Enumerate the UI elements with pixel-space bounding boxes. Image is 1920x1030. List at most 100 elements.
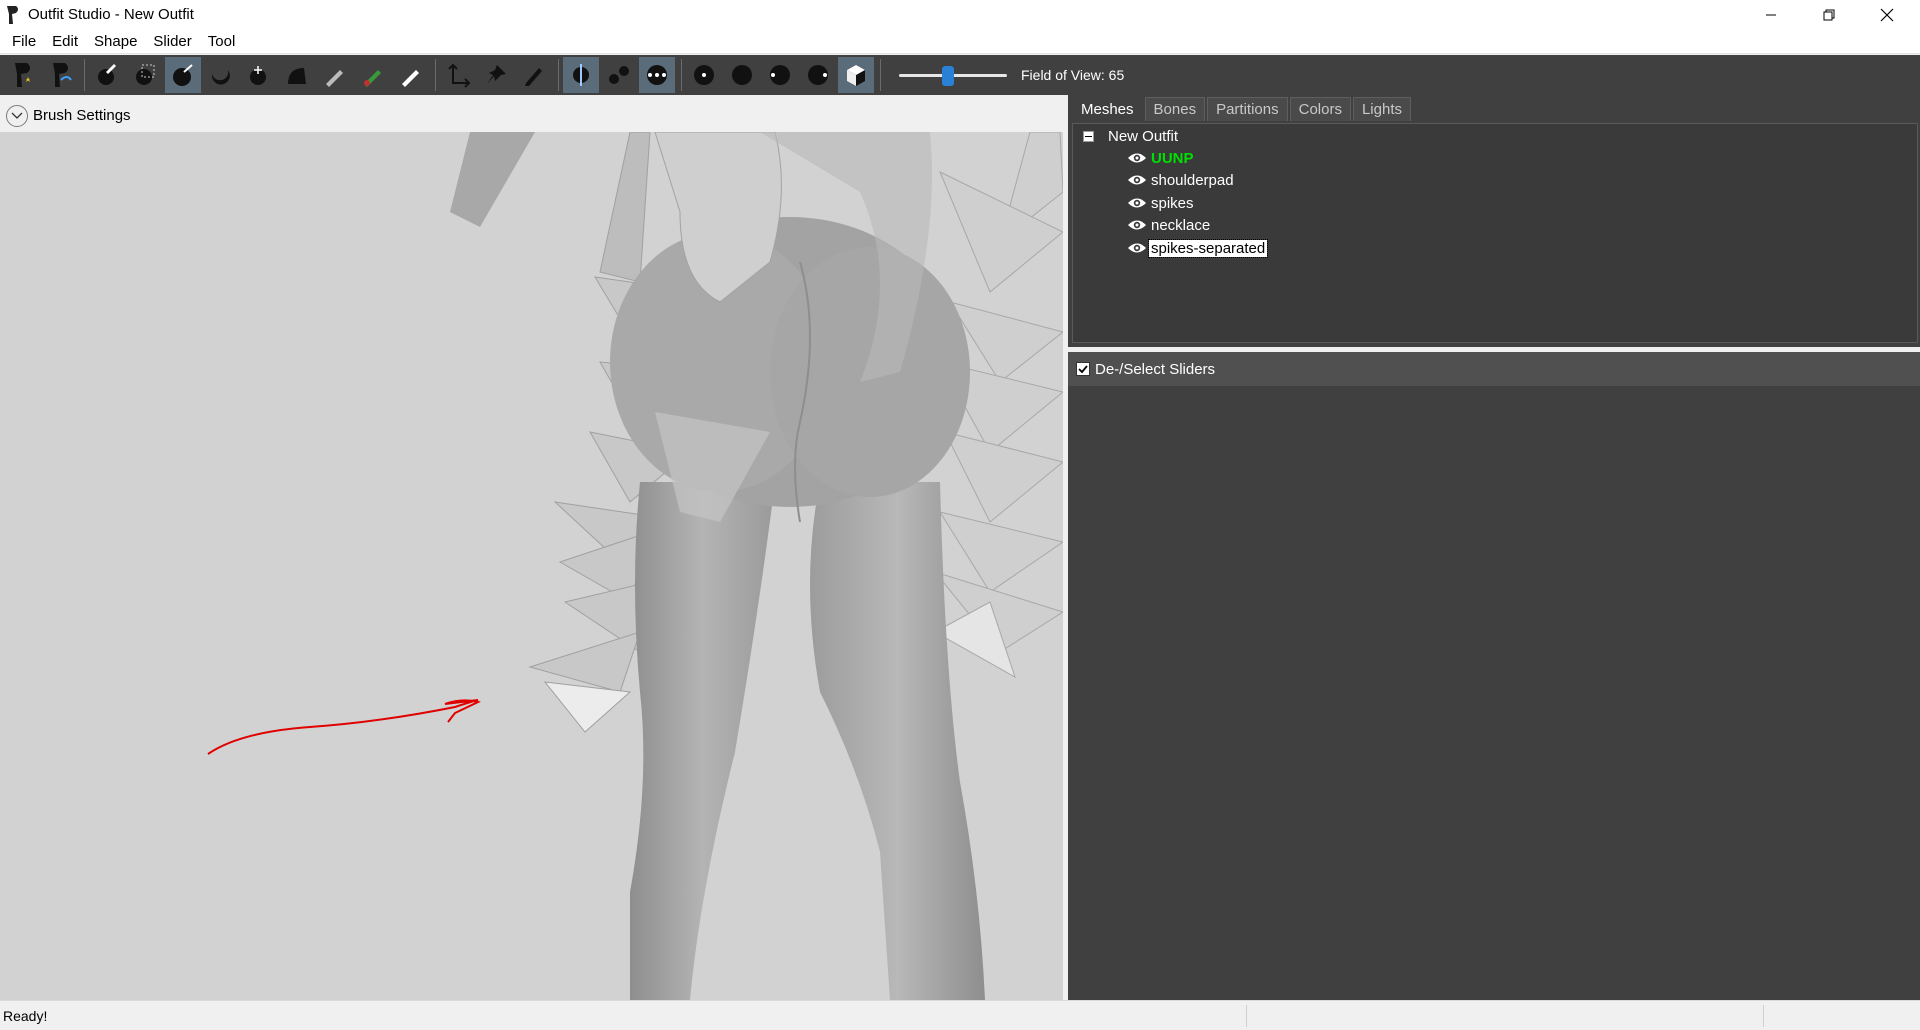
toggle-lighting-button[interactable] — [762, 57, 798, 93]
eye-icon[interactable] — [1127, 173, 1147, 187]
eye-icon[interactable] — [1127, 196, 1147, 210]
left-leg — [630, 482, 775, 1000]
close-icon — [1880, 8, 1894, 21]
mask-brush-button[interactable] — [127, 57, 163, 93]
mesh-label: spikes — [1151, 194, 1194, 212]
move-brush-button[interactable] — [241, 57, 277, 93]
load-project-button[interactable] — [42, 57, 78, 93]
mesh-row-spikes-separated[interactable]: spikes-separated — [1127, 237, 1269, 259]
load-project-icon — [53, 63, 72, 87]
cube-icon — [847, 65, 865, 86]
tab-colors[interactable]: Colors — [1289, 97, 1351, 121]
mesh-row-uunp[interactable]: UUNP — [1127, 147, 1196, 169]
close-button[interactable] — [1858, 0, 1916, 29]
show-wireframe-button[interactable] — [724, 57, 760, 93]
right-leg — [810, 482, 985, 1000]
connected-only-button[interactable] — [601, 57, 637, 93]
restore-button[interactable] — [1800, 0, 1858, 29]
color-brush-button[interactable] — [355, 57, 391, 93]
3d-viewport[interactable] — [0, 132, 1063, 1000]
deselect-sliders-checkbox[interactable] — [1076, 362, 1090, 376]
slider-thumb[interactable] — [942, 66, 954, 86]
panel-tabs: Meshes Bones Partitions Colors Lights — [1068, 95, 1920, 121]
mirror-x-button[interactable] — [563, 57, 599, 93]
select-brush-icon — [98, 64, 116, 85]
transform-button[interactable] — [440, 57, 476, 93]
tab-partitions[interactable]: Partitions — [1207, 97, 1288, 121]
vertices-icon — [694, 65, 714, 85]
new-project-icon — [15, 63, 30, 87]
mesh-tree: New Outfit UUNP shoulderpad spikes neckl… — [1072, 123, 1918, 343]
toolbar-separator — [435, 59, 436, 91]
tab-lights[interactable]: Lights — [1352, 97, 1411, 121]
inflate-brush-button[interactable] — [165, 57, 201, 93]
eye-icon[interactable] — [1127, 151, 1147, 165]
outfit-panel: Meshes Bones Partitions Colors Lights Ne… — [1068, 95, 1920, 347]
outfit-name: New Outfit — [1108, 128, 1179, 145]
title-bar: Outfit Studio - New Outfit — [0, 0, 1920, 29]
mirror-icon — [573, 64, 589, 86]
menu-shape[interactable]: Shape — [86, 29, 145, 54]
alpha-brush-button[interactable] — [393, 57, 429, 93]
weight-brush-button[interactable] — [317, 57, 353, 93]
status-cell — [1246, 1004, 1763, 1027]
restore-icon — [1823, 9, 1835, 20]
toolbar: Field of View: 65 — [0, 55, 1920, 95]
pivot-button[interactable] — [478, 57, 514, 93]
mesh-row-shoulderpad[interactable]: shoulderpad — [1127, 169, 1236, 191]
collapse-icon[interactable] — [1083, 131, 1094, 142]
textures-icon — [808, 65, 828, 85]
brush-settings-label: Brush Settings — [33, 107, 131, 124]
minimize-button[interactable] — [1742, 0, 1800, 29]
mesh-label: spikes-separated — [1147, 238, 1269, 258]
tab-meshes[interactable]: Meshes — [1072, 97, 1143, 121]
minimize-icon — [1766, 14, 1776, 15]
menu-edit[interactable]: Edit — [44, 29, 86, 54]
brush-settings-header[interactable]: Brush Settings — [0, 99, 1064, 132]
pen-icon — [525, 68, 542, 86]
color-paint-icon — [364, 70, 381, 87]
toolbar-separator — [558, 59, 559, 91]
deflate-brush-icon — [211, 70, 230, 85]
status-bar: Ready! — [0, 1000, 1920, 1030]
global-brush-icon — [647, 65, 667, 85]
lighting-icon — [770, 65, 790, 85]
smooth-brush-button[interactable] — [279, 57, 315, 93]
pin-icon — [487, 65, 506, 84]
eye-icon[interactable] — [1127, 241, 1147, 255]
weight-paint-icon — [326, 70, 343, 87]
mesh-label: UUNP — [1151, 149, 1194, 167]
app-logo-icon — [7, 5, 18, 24]
deflate-brush-button[interactable] — [203, 57, 239, 93]
mesh-label: necklace — [1151, 216, 1211, 234]
tab-bones[interactable]: Bones — [1144, 97, 1206, 121]
toggle-mask-button[interactable] — [838, 57, 874, 93]
eye-icon[interactable] — [1127, 218, 1147, 232]
mesh-label: shoulderpad — [1151, 171, 1234, 189]
new-project-button[interactable] — [4, 57, 40, 93]
field-of-view-label: Field of View: 65 — [1021, 67, 1125, 83]
mask-brush-icon — [136, 64, 155, 85]
deselect-sliders-label[interactable]: De-/Select Sliders — [1095, 361, 1215, 378]
show-vertices-button[interactable] — [686, 57, 722, 93]
checkmark-icon — [1078, 365, 1088, 374]
toggle-textures-button[interactable] — [800, 57, 836, 93]
vertex-edit-button[interactable] — [516, 57, 552, 93]
menu-file[interactable]: File — [4, 29, 44, 54]
menu-slider[interactable]: Slider — [145, 29, 199, 54]
alpha-paint-icon — [402, 70, 419, 87]
field-of-view-slider[interactable] — [899, 57, 1007, 93]
chevron-down-icon[interactable] — [6, 104, 28, 127]
model-render — [207, 132, 1063, 1000]
tree-root-outfit[interactable]: New Outfit — [1083, 128, 1178, 145]
select-brush-button[interactable] — [89, 57, 125, 93]
status-text: Ready! — [3, 1007, 48, 1024]
slider-list — [1068, 386, 1920, 1000]
smooth-brush-icon — [288, 68, 306, 84]
menu-bar: File Edit Shape Slider Tool — [0, 29, 1920, 54]
global-brush-button[interactable] — [639, 57, 675, 93]
menu-tool[interactable]: Tool — [200, 29, 244, 54]
toolbar-separator — [880, 59, 881, 91]
mesh-row-spikes[interactable]: spikes — [1127, 192, 1196, 214]
mesh-row-necklace[interactable]: necklace — [1127, 214, 1212, 236]
